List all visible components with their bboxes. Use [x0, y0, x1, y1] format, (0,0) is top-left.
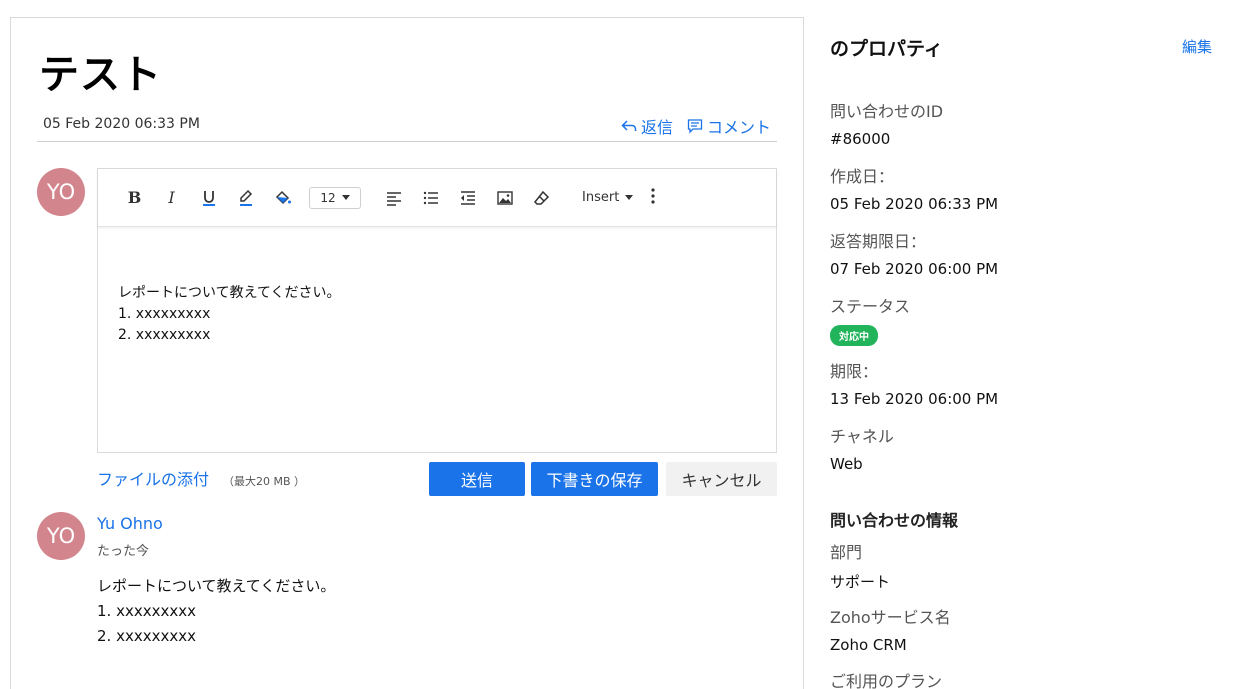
image-button[interactable]	[486, 183, 523, 213]
field-value: 13 Feb 2020 06:00 PM	[830, 390, 999, 408]
thread-message: レポートについて教えてください。 1. xxxxxxxxx 2. xxxxxxx…	[97, 574, 335, 649]
text-color-icon	[239, 189, 252, 206]
bold-icon: B	[127, 188, 142, 207]
send-button[interactable]: 送信	[429, 462, 525, 496]
properties-title: のプロパティ	[830, 38, 943, 60]
attach-file-link[interactable]: ファイルの添付	[97, 466, 209, 490]
department-field: 部門 サポート	[830, 539, 890, 592]
field-value: 05 Feb 2020 06:33 PM	[830, 195, 999, 213]
message-line: レポートについて教えてください。	[97, 577, 336, 595]
reply-due-field: 返答期限日： 07 Feb 2020 06:00 PM	[830, 228, 998, 278]
field-label: 問い合わせのID	[830, 102, 944, 121]
bullet-list-icon	[423, 191, 438, 204]
field-label: ステータス	[830, 297, 911, 316]
cancel-button[interactable]: キャンセル	[666, 462, 777, 496]
reply-editor: B I 12 Insert レポートについて教えてください。 1. xxxxxx…	[97, 168, 777, 453]
align-left-icon	[386, 191, 401, 206]
save-draft-button[interactable]: 下書きの保存	[531, 462, 658, 496]
thread-author[interactable]: Yu Ohno	[97, 514, 163, 533]
chevron-down-icon	[341, 195, 350, 200]
thread-time: たった今	[97, 544, 150, 559]
properties-panel: のプロパティ 編集 問い合わせのID #86000 作成日： 05 Feb 20…	[830, 0, 1236, 689]
image-icon	[496, 190, 513, 205]
comment-button[interactable]: コメント	[687, 114, 771, 138]
composer-avatar: YO	[37, 168, 85, 216]
more-options-button[interactable]	[651, 187, 655, 208]
underline-icon	[202, 190, 215, 206]
ticket-title: テスト	[39, 52, 162, 98]
status-badge[interactable]: 対応中	[830, 325, 878, 346]
chevron-down-icon	[625, 195, 634, 200]
message-line: 2. xxxxxxxxx	[97, 627, 196, 645]
insert-menu[interactable]: Insert	[582, 190, 634, 205]
comment-icon	[687, 119, 703, 134]
editor-line: レポートについて教えてください。	[118, 285, 341, 301]
ticket-panel: テスト 05 Feb 2020 06:33 PM 返信 コメント YO B I	[10, 17, 804, 689]
insert-label: Insert	[582, 190, 620, 205]
bold-button[interactable]: B	[116, 183, 153, 213]
field-value: サポート	[830, 573, 891, 591]
editor-line: 1. xxxxxxxxx	[118, 306, 211, 322]
italic-button[interactable]: I	[153, 183, 190, 213]
ticket-id-field: 問い合わせのID #86000	[830, 98, 943, 148]
header-divider	[37, 141, 777, 142]
attach-size-note: （最大20 MB ）	[223, 475, 306, 488]
editor-content[interactable]: レポートについて教えてください。 1. xxxxxxxxx 2. xxxxxxx…	[98, 227, 776, 346]
font-size-select[interactable]: 12	[309, 186, 361, 209]
field-value: 07 Feb 2020 06:00 PM	[830, 260, 999, 278]
editor-line: 2. xxxxxxxxx	[118, 327, 211, 343]
eraser-icon	[533, 190, 549, 205]
attachment-area: ファイルの添付 （最大20 MB ）	[97, 466, 305, 490]
field-value: Zoho CRM	[830, 636, 907, 654]
underline-button[interactable]	[190, 183, 227, 213]
due-field: 期限： 13 Feb 2020 06:00 PM	[830, 358, 998, 408]
field-value: Web	[830, 455, 863, 473]
message-line: 1. xxxxxxxxx	[97, 602, 196, 620]
reply-icon	[621, 120, 637, 131]
field-label: 作成日：	[830, 167, 895, 186]
field-label: ご利用のプラン	[830, 672, 943, 689]
status-field: ステータス 対応中	[830, 293, 910, 346]
fill-color-button[interactable]	[264, 183, 301, 213]
field-label: 部門	[830, 543, 863, 562]
field-value: #86000	[830, 130, 891, 148]
reply-label: 返信	[640, 118, 673, 137]
ticket-actions: 返信 コメント	[621, 114, 771, 138]
text-color-button[interactable]	[227, 183, 264, 213]
comment-label: コメント	[706, 118, 771, 137]
clear-format-button[interactable]	[523, 183, 560, 213]
edit-properties-link[interactable]: 編集	[1182, 36, 1212, 57]
service-field: Zohoサービス名 Zoho CRM	[830, 604, 951, 654]
thread-avatar: YO	[37, 512, 85, 560]
font-size-value: 12	[320, 190, 336, 205]
plan-field: ご利用のプラン	[830, 668, 942, 689]
ticket-info-section-title: 問い合わせの情報	[830, 511, 959, 530]
field-label: Zohoサービス名	[830, 608, 951, 627]
bullet-list-button[interactable]	[412, 183, 449, 213]
align-button[interactable]	[375, 183, 412, 213]
more-vertical-icon	[651, 187, 655, 204]
reply-button[interactable]: 返信	[621, 114, 673, 138]
field-label: 返答期限日：	[830, 232, 927, 251]
created-field: 作成日： 05 Feb 2020 06:33 PM	[830, 163, 998, 213]
paint-bucket-icon	[275, 190, 291, 204]
field-label: 期限：	[830, 362, 879, 381]
ticket-created-date: 05 Feb 2020 06:33 PM	[43, 116, 200, 132]
editor-toolbar: B I 12 Insert	[98, 169, 776, 227]
field-label: チャネル	[830, 427, 894, 446]
italic-icon: I	[168, 188, 175, 207]
channel-field: チャネル Web	[830, 423, 894, 473]
indent-button[interactable]	[449, 183, 486, 213]
outdent-icon	[460, 190, 475, 205]
